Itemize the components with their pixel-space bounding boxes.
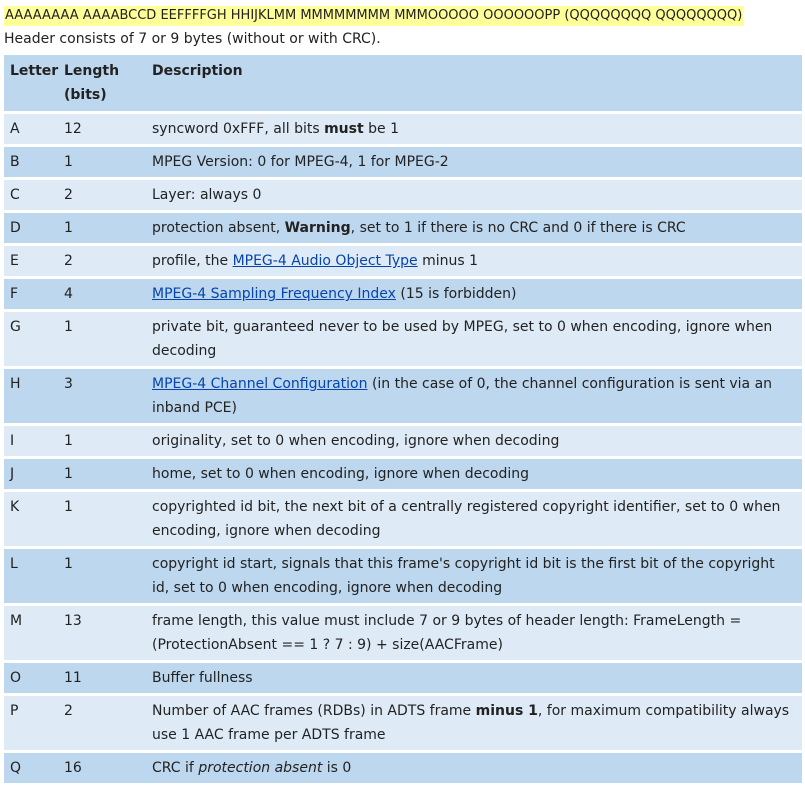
cell-length: 2 (64, 246, 152, 276)
cell-letter: L (4, 549, 64, 603)
cell-letter: I (4, 426, 64, 456)
cell-length: 2 (64, 696, 152, 750)
cell-description: Layer: always 0 (152, 180, 802, 210)
cell-letter: O (4, 663, 64, 693)
cell-description: copyrighted id bit, the next bit of a ce… (152, 492, 802, 546)
table-row: E 2 profile, the MPEG-4 Audio Object Type … (4, 246, 802, 276)
cell-description: MPEG Version: 0 for MPEG-4, 1 for MPEG-2 (152, 147, 802, 177)
table-row: F 4 MPEG-4 Sampling Frequency Index (15 is… (4, 279, 802, 309)
description-text: originality, set to 0 when encoding, ign… (152, 433, 560, 449)
cell-letter: H (4, 369, 64, 423)
description-link[interactable]: MPEG-4 Channel Configuration (152, 376, 368, 392)
description-bold-text: minus 1 (475, 703, 538, 719)
header-note: Header consists of 7 or 9 bytes (without… (4, 31, 381, 47)
description-bold-text: Warning (284, 220, 351, 236)
description-bold-text: must (324, 121, 364, 137)
table-row: M 13 frame length, this value must include… (4, 606, 802, 660)
cell-letter: A (4, 114, 64, 144)
table-row: B 1 MPEG Version: 0 for MPEG-4, 1 for MPEG… (4, 147, 802, 177)
cell-description: originality, set to 0 when encoding, ign… (152, 426, 802, 456)
description-text: is 0 (322, 760, 352, 776)
table-row: J 1 home, set to 0 when encoding, ignore w… (4, 459, 802, 489)
table-header-row: Letter Length (bits) Description (4, 55, 802, 111)
cell-description: syncword 0xFFF, all bits must be 1 (152, 114, 802, 144)
cell-length: 4 (64, 279, 152, 309)
header-letter: Letter (4, 55, 64, 111)
cell-length: 12 (64, 114, 152, 144)
description-text: minus 1 (417, 253, 479, 269)
description-text: copyrighted id bit, the next bit of a ce… (152, 499, 781, 539)
adts-header-table: Letter Length (bits) Description A 12 sync… (4, 52, 802, 786)
cell-length: 2 (64, 180, 152, 210)
cell-letter: F (4, 279, 64, 309)
table-row: L 1 copyright id start, signals that this … (4, 549, 802, 603)
cell-description: copyright id start, signals that this fr… (152, 549, 802, 603)
cell-description: Buffer fullness (152, 663, 802, 693)
table-row: G 1 private bit, guaranteed never to be us… (4, 312, 802, 366)
table-row: O 11 Buffer fullness (4, 663, 802, 693)
cell-description: Number of AAC frames (RDBs) in ADTS fram… (152, 696, 802, 750)
cell-description: home, set to 0 when encoding, ignore whe… (152, 459, 802, 489)
cell-length: 16 (64, 753, 152, 783)
cell-length: 3 (64, 369, 152, 423)
description-italic-text: protection absent (198, 760, 323, 776)
description-text: copyright id start, signals that this fr… (152, 556, 775, 596)
cell-letter: K (4, 492, 64, 546)
cell-length: 1 (64, 459, 152, 489)
cell-description: MPEG-4 Channel Configuration (in the cas… (152, 369, 802, 423)
description-text: CRC if (152, 760, 199, 776)
cell-length: 1 (64, 213, 152, 243)
bit-layout-line: AAAAAAAA AAAABCCD EEFFFFGH HHIJKLMM MMMM… (0, 0, 805, 26)
cell-length: 1 (64, 492, 152, 546)
description-text: , set to 1 if there is no CRC and 0 if t… (350, 220, 686, 236)
cell-description: MPEG-4 Sampling Frequency Index (15 is f… (152, 279, 802, 309)
cell-letter: G (4, 312, 64, 366)
cell-letter: C (4, 180, 64, 210)
description-text: frame length, this value must include 7 … (152, 613, 742, 653)
cell-length: 1 (64, 549, 152, 603)
description-text: Number of AAC frames (RDBs) in ADTS fram… (152, 703, 476, 719)
bit-layout-highlight: AAAAAAAA AAAABCCD EEFFFFGH HHIJKLMM MMMM… (4, 6, 744, 26)
cell-letter: P (4, 696, 64, 750)
description-text: syncword 0xFFF, all bits (152, 121, 325, 137)
cell-description: protection absent, Warning, set to 1 if … (152, 213, 802, 243)
description-text: private bit, guaranteed never to be used… (152, 319, 773, 359)
header-description: Description (152, 55, 802, 111)
table-body: A 12 syncword 0xFFF, all bits must be 1B1M… (4, 114, 802, 783)
table-row: H 3 MPEG-4 Channel Configuration (in the c… (4, 369, 802, 423)
table-row: K 1 copyrighted id bit, the next bit of a … (4, 492, 802, 546)
cell-length: 1 (64, 426, 152, 456)
cell-description: private bit, guaranteed never to be used… (152, 312, 802, 366)
header-length: Length (bits) (64, 55, 152, 111)
description-text: home, set to 0 when encoding, ignore whe… (152, 466, 530, 482)
table-row: Q 16 CRC if protection absent is 0 (4, 753, 802, 783)
description-text: protection absent, (152, 220, 285, 236)
table-row: D 1 protection absent, Warning, set to 1 i… (4, 213, 802, 243)
cell-length: 1 (64, 312, 152, 366)
cell-description: profile, the MPEG-4 Audio Object Type mi… (152, 246, 802, 276)
description-link[interactable]: MPEG-4 Audio Object Type (233, 253, 418, 269)
cell-letter: Q (4, 753, 64, 783)
description-text: Buffer fullness (152, 670, 253, 686)
cell-letter: E (4, 246, 64, 276)
cell-letter: J (4, 459, 64, 489)
description-text: (15 is forbidden) (395, 286, 517, 302)
cell-description: frame length, this value must include 7 … (152, 606, 802, 660)
cell-length: 13 (64, 606, 152, 660)
description-text: Layer: always 0 (152, 187, 262, 203)
table-row: C 2 Layer: always 0 (4, 180, 802, 210)
cell-description: CRC if protection absent is 0 (152, 753, 802, 783)
cell-length: 1 (64, 147, 152, 177)
description-link[interactable]: MPEG-4 Sampling Frequency Index (152, 286, 396, 302)
cell-letter: D (4, 213, 64, 243)
table-row: A 12 syncword 0xFFF, all bits must be 1 (4, 114, 802, 144)
cell-length: 11 (64, 663, 152, 693)
table-row: P 2 Number of AAC frames (RDBs) in ADTS fr… (4, 696, 802, 750)
cell-letter: M (4, 606, 64, 660)
description-text: be 1 (363, 121, 399, 137)
cell-letter: B (4, 147, 64, 177)
table-row: I 1 originality, set to 0 when encoding, i… (4, 426, 802, 456)
description-text: MPEG Version: 0 for MPEG-4, 1 for MPEG-2 (152, 154, 449, 170)
description-text: profile, the (152, 253, 233, 269)
